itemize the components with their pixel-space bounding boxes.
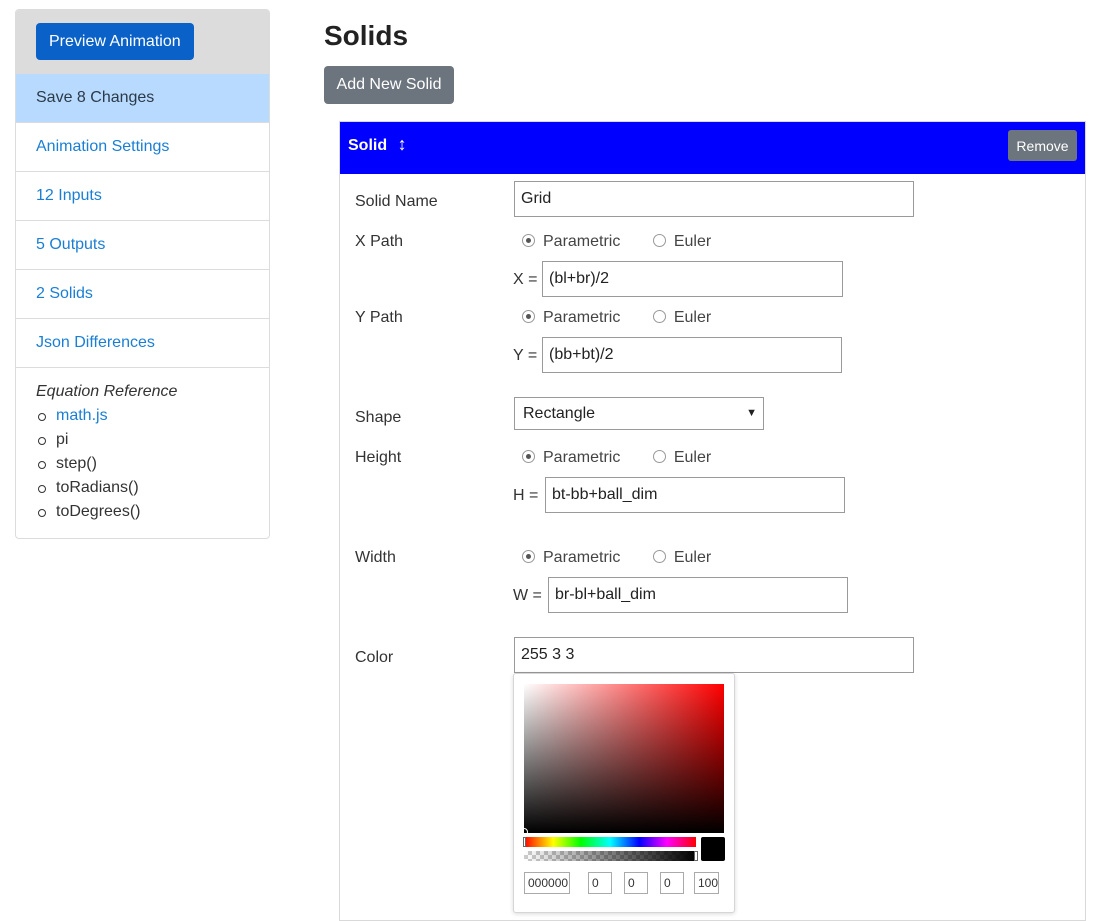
alpha-input[interactable]: 100 <box>694 872 719 894</box>
hue-slider[interactable] <box>523 837 696 847</box>
width-radio-group: Parametric Euler <box>522 548 739 568</box>
alpha-slider[interactable] <box>524 851 698 861</box>
height-euler-radio[interactable] <box>652 450 666 463</box>
preview-animation-button[interactable]: Preview Animation <box>36 23 194 60</box>
page-title: Solids <box>324 20 409 51</box>
solid-card-header: Solid ↕ Remove <box>340 122 1085 174</box>
saturation-field[interactable] <box>520 684 724 836</box>
alpha-slider-handle[interactable] <box>694 851 698 861</box>
height-label: Height <box>355 449 402 466</box>
sidebar: Preview Animation Save 8 Changes Animati… <box>15 9 270 539</box>
height-parametric-radio[interactable] <box>522 450 535 463</box>
sidebar-header: Preview Animation <box>16 10 269 73</box>
shape-select-value: Rectangle <box>523 405 596 422</box>
color-label: Color <box>355 649 394 666</box>
radio-label: Parametric <box>543 233 621 250</box>
list-item: toDegrees() <box>36 500 269 524</box>
sidebar-item-inputs[interactable]: 12 Inputs <box>16 171 269 220</box>
solid-name-label: Solid Name <box>355 193 438 210</box>
green-input[interactable]: 0 <box>624 872 648 894</box>
list-item: pi <box>36 428 269 452</box>
width-euler-radio[interactable] <box>652 550 666 563</box>
y-path-parametric-radio[interactable] <box>522 310 535 323</box>
radio-label: Euler <box>673 549 712 566</box>
radio-label: Euler <box>673 449 712 466</box>
color-input[interactable]: 255 3 3 <box>514 637 914 673</box>
radio-label: Euler <box>673 309 712 326</box>
list-item: math.js <box>36 404 269 428</box>
height-equation-prefix: H = <box>513 487 539 504</box>
hue-slider-handle[interactable] <box>523 837 526 847</box>
remove-solid-button[interactable]: Remove <box>1008 130 1077 161</box>
mathjs-link[interactable]: math.js <box>56 407 108 424</box>
height-radio-group: Parametric Euler <box>522 448 739 468</box>
radio-label: Parametric <box>543 549 621 566</box>
hex-input[interactable]: 000000 <box>524 872 570 894</box>
sidebar-item-outputs[interactable]: 5 Outputs <box>16 220 269 269</box>
blue-input[interactable]: 0 <box>660 872 684 894</box>
y-path-label: Y Path <box>355 309 403 326</box>
y-path-euler-radio[interactable] <box>652 310 666 323</box>
add-new-solid-button[interactable]: Add New Solid <box>324 66 454 104</box>
list-item: toRadians() <box>36 476 269 500</box>
list-item: step() <box>36 452 269 476</box>
y-equation-prefix: Y = <box>513 347 538 364</box>
chevron-down-icon: ▼ <box>746 407 757 419</box>
red-input[interactable]: 0 <box>588 872 612 894</box>
x-path-euler-radio[interactable] <box>652 234 666 247</box>
y-equation-input[interactable]: (bb+bt)/2 <box>542 337 842 373</box>
width-equation-prefix: W = <box>513 587 542 604</box>
solid-card-title: Solid ↕ <box>348 134 407 155</box>
width-label: Width <box>355 549 396 566</box>
saturation-cursor[interactable] <box>520 828 528 836</box>
y-path-radio-group: Parametric Euler <box>522 308 739 328</box>
solid-card-title-text: Solid <box>348 137 388 154</box>
sidebar-item-animation-settings[interactable]: Animation Settings <box>16 122 269 171</box>
x-path-parametric-radio[interactable] <box>522 234 535 247</box>
equation-reference-title: Equation Reference <box>36 383 178 400</box>
x-equation-input[interactable]: (bl+br)/2 <box>542 261 843 297</box>
radio-label: Euler <box>673 233 712 250</box>
x-path-label: X Path <box>355 233 404 250</box>
solid-name-input[interactable]: Grid <box>514 181 914 217</box>
width-parametric-radio[interactable] <box>522 550 535 563</box>
x-path-radio-group: Parametric Euler <box>522 232 739 252</box>
x-equation-prefix: X = <box>513 271 538 288</box>
move-vertical-icon[interactable]: ↕ <box>398 134 407 155</box>
shape-select[interactable]: Rectangle ▼ <box>514 397 764 430</box>
shape-label: Shape <box>355 409 402 426</box>
sidebar-item-json-differences[interactable]: Json Differences <box>16 318 269 367</box>
equation-reference-list: math.js pi step() toRadians() toDegrees(… <box>36 404 269 524</box>
sidebar-item-save-changes[interactable]: Save 8 Changes <box>16 73 269 122</box>
radio-label: Parametric <box>543 449 621 466</box>
height-equation-input[interactable]: bt-bb+ball_dim <box>545 477 845 513</box>
color-swatch <box>701 837 725 861</box>
equation-reference: Equation Reference math.js pi step() toR… <box>16 367 269 538</box>
color-picker: 000000 0 0 0 100 <box>513 673 735 913</box>
radio-label: Parametric <box>543 309 621 326</box>
width-equation-input[interactable]: br-bl+ball_dim <box>548 577 848 613</box>
sidebar-item-solids[interactable]: 2 Solids <box>16 269 269 318</box>
